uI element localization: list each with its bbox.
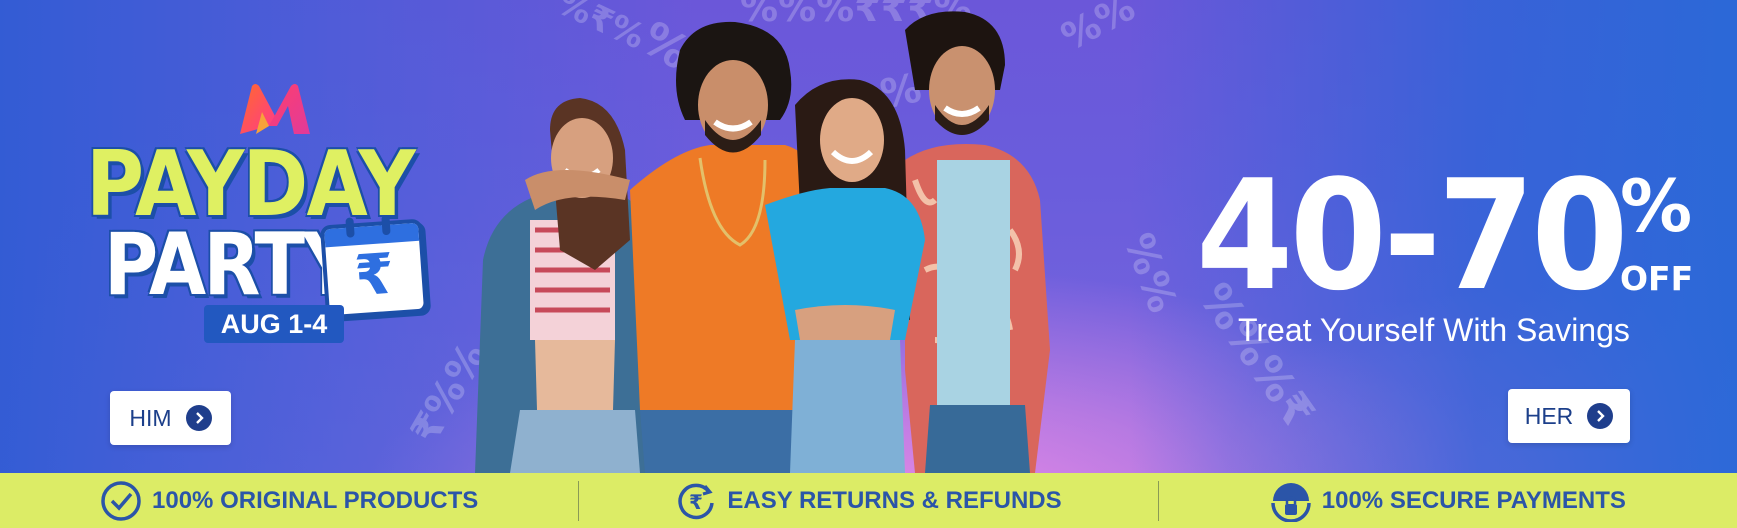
trust-item-secure: 100% SECURE PAYMENTS <box>1159 480 1737 522</box>
shop-him-label: HIM <box>129 404 172 431</box>
trust-item-returns: ₹ EASY RETURNS & REFUNDS <box>579 480 1157 522</box>
model-man-floral <box>905 11 1050 473</box>
shop-her-button[interactable]: HER <box>1508 389 1630 443</box>
calendar-rupee: ₹ <box>352 241 397 310</box>
tagline: Treat Yourself With Savings <box>1238 312 1630 348</box>
chevron-right-icon <box>1587 403 1614 429</box>
rupee-return-icon: ₹ <box>678 483 715 519</box>
trust-item-original: 100% ORIGINAL PRODUCTS <box>0 480 578 522</box>
trust-label: 100% ORIGINAL PRODUCTS <box>152 486 479 514</box>
discount-off: OFF <box>1620 259 1694 298</box>
chevron-right-icon <box>185 405 212 431</box>
event-title-line2: PARTY <box>104 215 356 315</box>
discount-percent: % <box>1620 164 1693 248</box>
svg-text:₹: ₹ <box>689 490 703 514</box>
trust-bar: 100% ORIGINAL PRODUCTS ₹ EASY RETURNS & … <box>0 473 1737 528</box>
check-circle-icon <box>101 480 141 521</box>
lock-icon <box>1271 482 1311 522</box>
models-photo <box>475 11 1050 473</box>
trust-label: 100% SECURE PAYMENTS <box>1321 486 1626 514</box>
payday-party-banner[interactable]: %₹% %% %%%₹₹₹% %₹₹₹ %% %% ₹%% %%%₹ %% PA… <box>0 0 1737 473</box>
discount-range: 40-70 <box>1196 147 1629 324</box>
trust-label: EASY RETURNS & REFUNDS <box>727 486 1062 514</box>
shop-him-button[interactable]: HIM <box>110 391 231 445</box>
shop-her-label: HER <box>1524 402 1574 429</box>
myntra-logo[interactable] <box>236 82 314 136</box>
event-dates: AUG 1-4 <box>204 305 344 343</box>
